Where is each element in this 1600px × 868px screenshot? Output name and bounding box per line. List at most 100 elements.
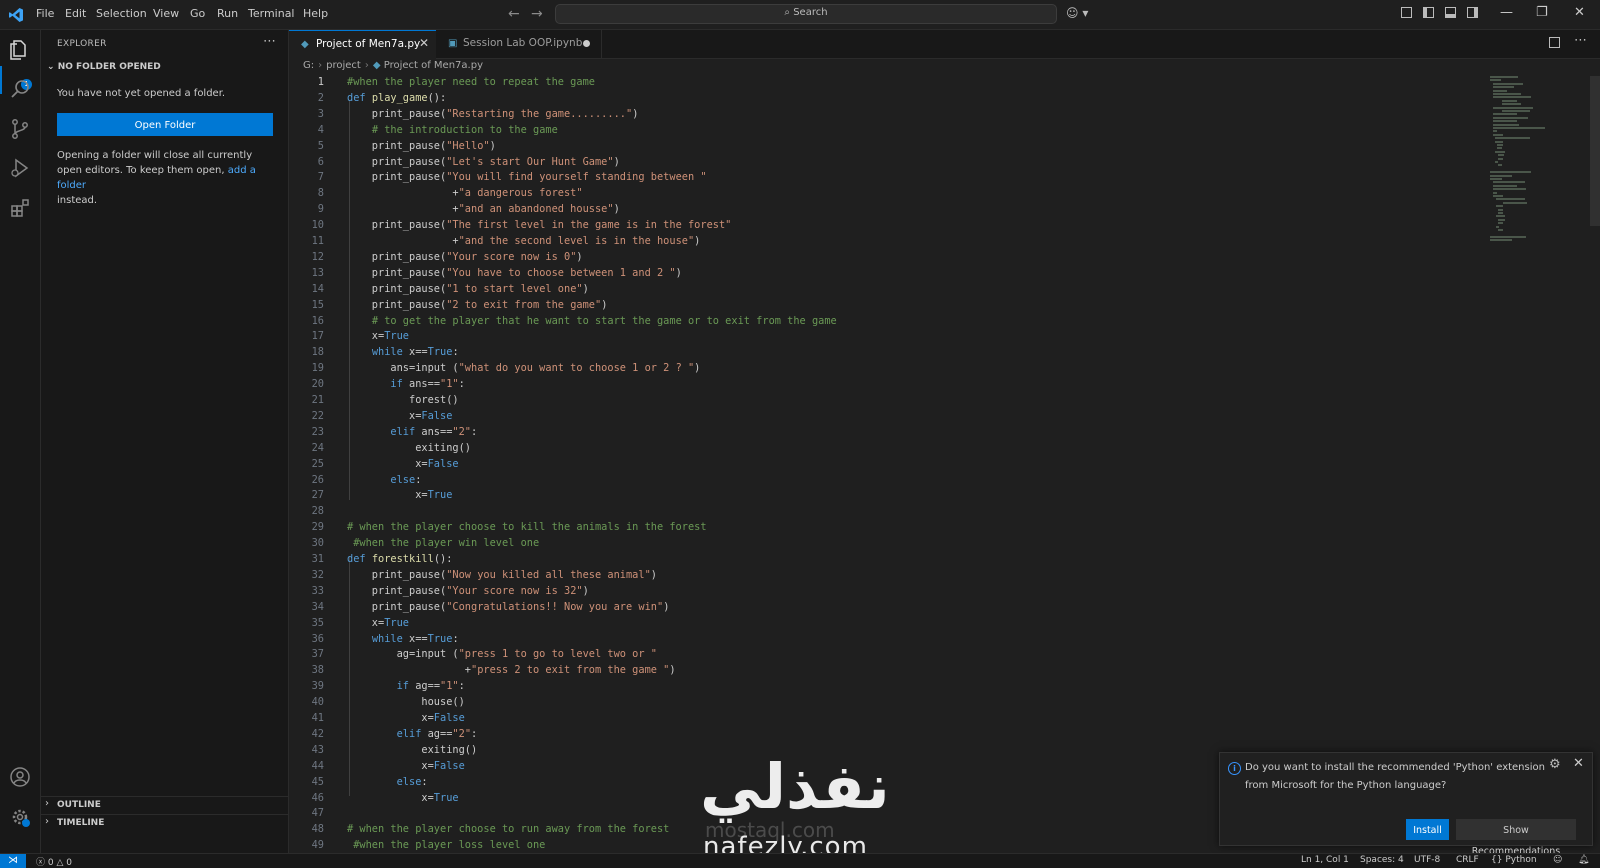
code-line[interactable]: 20 if ans=="1": [289,378,1489,394]
code-line[interactable]: 35 x=True [289,617,1489,633]
code-line[interactable]: 1 #when the player need to repeat the gam… [289,76,1489,92]
copilot-status-icon[interactable]: ☺ [1553,855,1562,865]
minimap[interactable] [1490,76,1590,416]
code-line[interactable]: 16 # to get the player that he want to s… [289,315,1489,331]
minimize-icon[interactable]: — [1500,5,1513,20]
code-line[interactable]: 11 +"and the second level is in the hous… [289,235,1489,251]
tab-session-lab-oop[interactable]: ▣ Session Lab OOP.ipynb [436,30,602,58]
indentation[interactable]: Spaces: 4 [1360,855,1404,865]
outline-section[interactable]: › OUTLINE [41,796,288,815]
code-line[interactable]: 25 x=False [289,458,1489,474]
unsaved-dot-icon[interactable] [583,40,590,47]
install-button[interactable]: Install [1406,819,1449,840]
code-line[interactable]: 18 while x==True: [289,346,1489,362]
code-line[interactable]: 27 x=True [289,489,1489,505]
code-text: x=True [347,616,410,629]
code-line[interactable]: 19 ans=input ("what do you want to choos… [289,362,1489,378]
code-line[interactable]: 13 print_pause("You have to choose betwe… [289,267,1489,283]
code-line[interactable]: 37 ag=input ("press 1 to go to level two… [289,648,1489,664]
search-icon[interactable] [8,78,32,102]
code-line[interactable]: 4 # the introduction to the game [289,124,1489,140]
code-line[interactable]: 30 #when the player win level one [289,537,1489,553]
code-line[interactable]: 8 +"a dangerous forest" [289,187,1489,203]
code-line[interactable]: 10 print_pause("The first level in the g… [289,219,1489,235]
toggle-panel-icon[interactable] [1445,7,1456,18]
menu-run[interactable]: Run [217,7,238,20]
menu-terminal[interactable]: Terminal [248,7,295,20]
language-mode[interactable]: {} Python [1491,855,1537,865]
account-icon[interactable] [8,765,32,789]
cursor-position[interactable]: Ln 1, Col 1 [1301,855,1349,865]
code-line[interactable]: 33 print_pause("Your score now is 32") [289,585,1489,601]
code-line[interactable]: 7 print_pause("You will find yourself st… [289,171,1489,187]
code-line[interactable]: 12 print_pause("Your score now is 0") [289,251,1489,267]
code-line[interactable]: 23 elif ans=="2": [289,426,1489,442]
nav-back-icon[interactable]: ← [508,6,520,22]
restore-icon[interactable]: ❐ [1536,5,1548,20]
menu-file[interactable]: File [36,7,54,20]
code-editor[interactable]: 1 #when the player need to repeat the gam… [289,76,1489,853]
more-actions-icon[interactable]: ⋯ [263,34,276,49]
code-line[interactable]: 14 print_pause("1 to start level one") [289,283,1489,299]
problems-indicator[interactable]: ⓧ 0 △ 0 [36,855,72,868]
code-line[interactable]: 42 elif ag=="2": [289,728,1489,744]
code-line[interactable]: 6 print_pause("Let's start Our Hunt Game… [289,156,1489,172]
code-line[interactable]: 40 house() [289,696,1489,712]
menu-help[interactable]: Help [303,7,328,20]
code-line[interactable]: 24 exiting() [289,442,1489,458]
close-window-icon[interactable]: ✕ [1574,5,1585,20]
code-line[interactable]: 2 def play_game(): [289,92,1489,108]
toggle-primary-sidebar-icon[interactable] [1423,7,1434,18]
tab-project-of-men7a[interactable]: ◆ Project of Men7a.py ✕ [289,30,436,59]
toggle-secondary-sidebar-icon[interactable] [1467,7,1478,18]
code-line[interactable]: 15 print_pause("2 to exit from the game"… [289,299,1489,315]
code-line[interactable]: 41 x=False [289,712,1489,728]
code-line[interactable]: 28 [289,505,1489,521]
close-tab-icon[interactable]: ✕ [419,36,429,50]
nav-forward-icon[interactable]: → [531,6,543,22]
code-line[interactable]: 31 def forestkill(): [289,553,1489,569]
menu-view[interactable]: View [153,7,179,20]
source-control-icon[interactable] [8,117,32,141]
code-line[interactable]: 29 # when the player choose to kill the a… [289,521,1489,537]
code-line[interactable]: 21 forest() [289,394,1489,410]
copilot-icon[interactable]: ☺ ▾ [1066,6,1088,20]
code-line[interactable]: 3 print_pause("Restarting the game......… [289,108,1489,124]
breadcrumb-folder[interactable]: project [326,60,361,71]
breadcrumb-drive[interactable]: G: [303,60,314,71]
encoding[interactable]: UTF-8 [1414,855,1440,865]
gear-icon[interactable]: ⚙ [1549,757,1561,772]
code-line[interactable]: 26 else: [289,474,1489,490]
code-line[interactable]: 32 print_pause("Now you killed all these… [289,569,1489,585]
open-folder-button[interactable]: Open Folder [57,113,273,136]
notifications-bell-icon[interactable]: 🔔︎ [1578,855,1589,865]
menu-selection[interactable]: Selection [96,7,147,20]
explorer-icon[interactable] [8,38,32,62]
menu-go[interactable]: Go [190,7,205,20]
menu-edit[interactable]: Edit [65,7,86,20]
run-debug-icon[interactable] [8,156,32,180]
code-line[interactable]: 22 x=False [289,410,1489,426]
timeline-section[interactable]: › TIMELINE [41,814,288,833]
line-ending[interactable]: CRLF [1456,855,1479,865]
code-line[interactable]: 36 while x==True: [289,633,1489,649]
code-line[interactable]: 39 if ag=="1": [289,680,1489,696]
code-line[interactable]: 9 +"and an abandoned housse") [289,203,1489,219]
vertical-scrollbar[interactable] [1590,76,1600,226]
code-line[interactable]: 5 print_pause("Hello") [289,140,1489,156]
no-folder-section-header[interactable]: ⌄ NO FOLDER OPENED [47,62,161,72]
more-actions-icon[interactable]: ⋯ [1574,33,1587,48]
command-center-search[interactable]: ⌕ Search [555,4,1057,24]
code-line[interactable]: 34 print_pause("Congratulations!! Now yo… [289,601,1489,617]
close-icon[interactable]: ✕ [1573,756,1584,771]
customize-layout-icon[interactable] [1401,7,1412,18]
code-line[interactable]: 38 +"press 2 to exit from the game ") [289,664,1489,680]
manage-gear-icon[interactable] [8,805,32,829]
extensions-icon[interactable] [8,196,32,220]
python-file-icon: ◆ [301,39,309,50]
remote-indicator-icon[interactable]: ⋊ [0,854,26,868]
breadcrumb-file[interactable]: Project of Men7a.py [384,60,483,71]
code-line[interactable]: 17 x=True [289,330,1489,346]
show-recommendations-button[interactable]: Show Recommendations [1456,819,1576,857]
split-editor-icon[interactable] [1549,37,1560,48]
